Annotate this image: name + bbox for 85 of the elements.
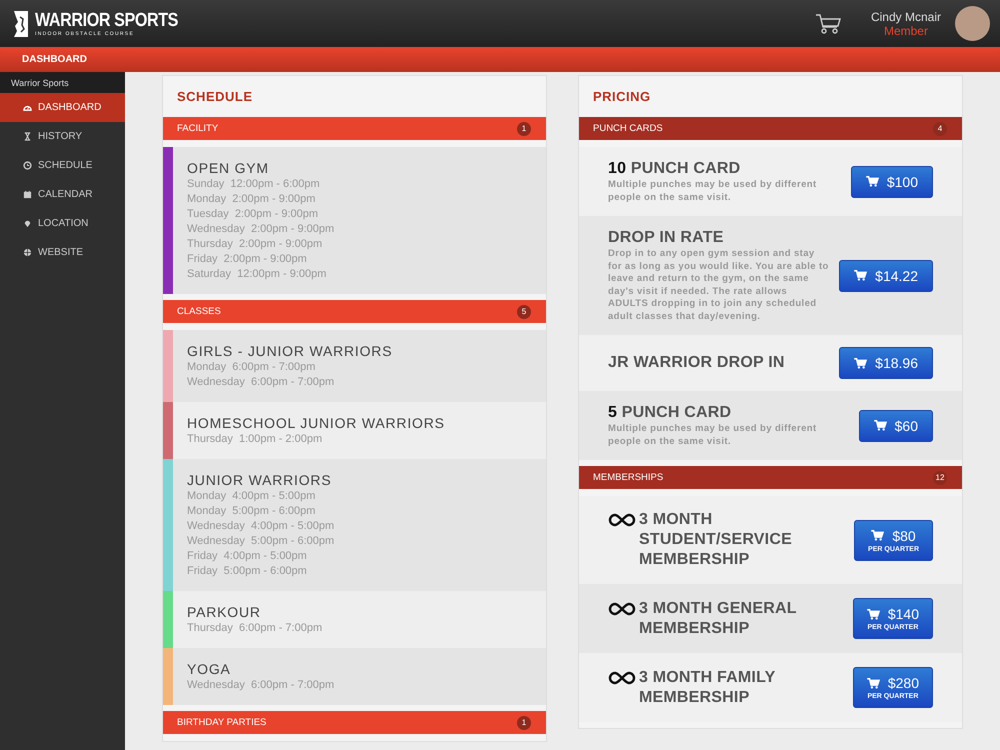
infinity-icon [608, 670, 636, 684]
product-description: Multiple punches may be used by different people on the same visit. [608, 179, 818, 204]
clock-icon [23, 161, 32, 170]
class-time: Wednesday 6:00pm - 7:00pm [187, 678, 334, 693]
breadcrumb: DASHBOARD [22, 54, 87, 65]
section-title: BIRTHDAY PARTIES [177, 717, 266, 728]
class-row[interactable]: JUNIOR WARRIORS Monday 4:00pm - 5:00pm Monday 5:00pm - 6:00pm Wednesday 4:00pm - 5:00pm Wednesday 5:00pm - 6:00pm Friday 4:00pm - 5:00pm Friday 5:00pm - 6:00pm [163, 459, 546, 591]
class-time: Tuesday 2:00pm - 9:00pm [187, 207, 320, 222]
count-badge: 5 [517, 304, 531, 318]
class-time: Wednesday 5:00pm - 6:00pm [187, 534, 334, 549]
pin-icon [23, 219, 32, 228]
cart-icon [854, 358, 868, 368]
infinity-icon [608, 602, 636, 616]
gauge-icon [23, 103, 32, 112]
class-name: YOGA [187, 661, 232, 678]
class-time: Saturday 12:00pm - 9:00pm [187, 267, 328, 282]
class-time: Monday 6:00pm - 7:00pm [187, 360, 316, 375]
cart-icon [866, 608, 880, 620]
user-role: Member [884, 24, 928, 38]
class-time: Monday 4:00pm - 5:00pm [187, 489, 316, 504]
class-row[interactable]: OPEN GYM Sunday 12:00pm - 6:00pm Monday 2:00pm - 9:00pm Tuesday 2:00pm - 9:00pm Wednesday 2:00pm - 9:00pm Thursday 2:00pm - 9:00pm Friday 2:00pm - 9:00pm Saturday 12:00pm - 9:00pm [163, 147, 546, 294]
sidebar-item[interactable]: SCHEDULE [0, 151, 125, 180]
product-name: JR WARRIOR DROP IN [608, 353, 785, 373]
class-time: Friday 2:00pm - 9:00pm [187, 252, 308, 267]
shopping-cart-icon[interactable] [814, 12, 841, 34]
class-time: Thursday 2:00pm - 9:00pm [187, 237, 324, 252]
product-description: Drop in to any open gym session and stay for as long as you would like. You are able to leave and return to the gym, on the same day's visit if needed. The rate allows ADULTS dropping in to join any scheduled adult classes that day/evening. [608, 248, 830, 323]
count-badge: 1 [517, 716, 531, 730]
cart-icon [874, 420, 887, 431]
buy-button[interactable]: $18.96 [839, 347, 933, 379]
sidebar-item[interactable]: LOCATION [0, 209, 125, 238]
product-name: DROP IN RATE [608, 228, 724, 248]
avatar[interactable] [955, 6, 990, 41]
class-time: Thursday 1:00pm - 2:00pm [187, 432, 324, 447]
product-name: 10 PUNCH CARD [608, 159, 740, 179]
sidebar-item[interactable]: CALENDAR [0, 180, 125, 209]
calendar-icon [23, 190, 32, 199]
count-badge: 1 [517, 122, 531, 136]
sidebar-item[interactable]: HISTORY [0, 122, 125, 151]
product-name: 5 PUNCH CARD [608, 403, 732, 423]
logo-title: WARRIOR SPORTS [35, 10, 178, 30]
class-time: Sunday 12:00pm - 6:00pm [187, 177, 321, 192]
section-title: FACILITY [177, 123, 218, 134]
section-title: MEMBERSHIPS [593, 472, 664, 483]
class-time: Thursday 6:00pm - 7:00pm [187, 621, 322, 636]
count-badge: 4 [933, 122, 947, 136]
panel-title: PRICING [593, 89, 651, 104]
class-time: Monday 2:00pm - 9:00pm [187, 192, 316, 207]
class-row[interactable]: YOGA Wednesday 6:00pm - 7:00pm [163, 648, 546, 705]
class-name: PARKOUR [187, 604, 262, 621]
class-time: Monday 5:00pm - 6:00pm [187, 504, 316, 519]
product-name: 3 MONTH GENERAL MEMBERSHIP [639, 598, 798, 638]
class-time: Wednesday 4:00pm - 5:00pm [187, 519, 334, 534]
product-name: 3 MONTH FAMILY MEMBERSHIP [639, 668, 776, 708]
buy-button[interactable]: $14.22 [839, 260, 933, 292]
cart-icon [866, 678, 880, 688]
class-time: Friday 4:00pm - 5:00pm [187, 549, 308, 564]
section-title: PUNCH CARDS [593, 123, 663, 134]
count-badge: 12 [933, 470, 947, 484]
user-name: Cindy Mcnair [870, 10, 941, 24]
globe-icon [23, 248, 32, 257]
class-row[interactable]: PARKOUR Thursday 6:00pm - 7:00pm [163, 591, 546, 648]
class-name: HOMESCHOOL JUNIOR WARRIORS [187, 415, 445, 432]
class-name: JUNIOR WARRIORS [187, 472, 332, 489]
buy-button[interactable]: $60 [858, 410, 933, 442]
sidebar-title: Warrior Sports [0, 72, 125, 93]
cart-icon [871, 530, 884, 541]
panel-title: SCHEDULE [177, 89, 253, 104]
class-row[interactable]: HOMESCHOOL JUNIOR WARRIORS Thursday 1:00pm - 2:00pm [163, 402, 546, 459]
class-time: Friday 5:00pm - 6:00pm [187, 564, 308, 579]
buy-button[interactable]: $100 [850, 166, 933, 198]
sidebar-item[interactable]: DASHBOARD [0, 93, 125, 122]
section-title: CLASSES [177, 306, 221, 317]
hourglass-icon [23, 132, 32, 141]
class-name: OPEN GYM [187, 160, 270, 177]
sidebar-item[interactable]: WEBSITE [0, 238, 125, 267]
product-description: Multiple punches may be used by different people on the same visit. [608, 423, 818, 448]
product-name: 3 MONTH STUDENT/SERVICE MEMBERSHIP [639, 510, 793, 570]
class-time: Wednesday 2:00pm - 9:00pm [187, 222, 334, 237]
infinity-icon [608, 513, 636, 527]
class-row[interactable]: GIRLS - JUNIOR WARRIORS Monday 6:00pm - 7:00pm Wednesday 6:00pm - 7:00pm [163, 330, 546, 402]
cart-icon [854, 270, 868, 281]
class-name: GIRLS - JUNIOR WARRIORS [187, 343, 392, 360]
cart-icon [866, 176, 879, 187]
class-time: Wednesday 6:00pm - 7:00pm [187, 375, 336, 390]
